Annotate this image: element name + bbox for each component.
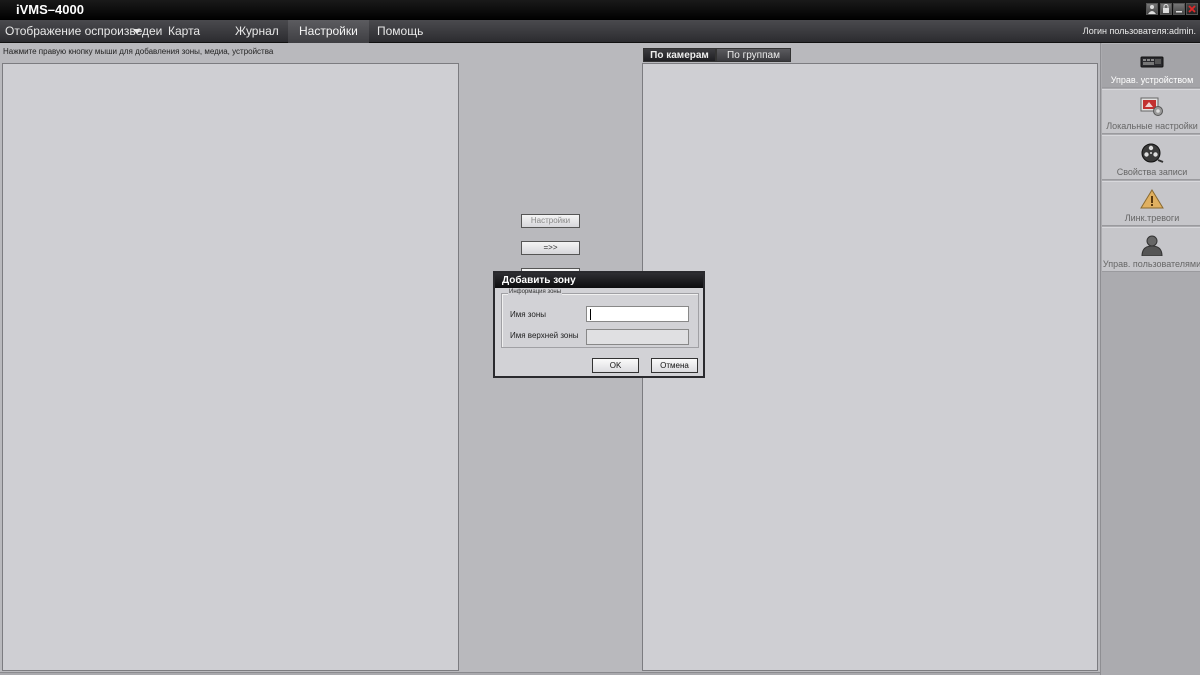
hint-text: Нажмите правую кнопку мыши для добавлени…	[3, 47, 274, 56]
sidebar-item-label: Линк.тревоги	[1124, 213, 1180, 223]
menu-item-log[interactable]: Журнал	[235, 20, 279, 43]
tab-by-cameras[interactable]: По камерам	[643, 48, 716, 62]
menu-item-map[interactable]: Карта	[168, 20, 200, 43]
add-zone-dialog: Добавить зону Информация зоны Имя зоны И…	[493, 271, 705, 378]
menu-item-settings[interactable]: Настройки	[288, 20, 369, 43]
sidebar-item-label: Управ. пользователями	[1102, 259, 1200, 269]
app-title: iVMS–4000	[16, 2, 84, 17]
chevron-down-icon[interactable]	[133, 29, 141, 34]
menu-bar: Отображение оспроизведеи Карта Журнал На…	[0, 20, 1200, 43]
zone-info-group: Информация зоны Имя зоны Имя верхней зон…	[501, 289, 699, 348]
user-login-label: Логин пользователя:admin.	[1082, 26, 1196, 36]
film-reel-icon	[1141, 143, 1164, 163]
device-icon	[1140, 56, 1164, 68]
sidebar-item-device-management[interactable]: Управ. устройством	[1102, 43, 1200, 88]
dialog-title: Добавить зону	[495, 273, 703, 288]
text-caret	[590, 309, 591, 320]
settings-button[interactable]: Настройки	[521, 214, 580, 228]
sidebar-item-user-management[interactable]: Управ. пользователями	[1102, 227, 1200, 272]
camera-list-panel[interactable]	[642, 63, 1098, 671]
transfer-button[interactable]: =>>	[521, 241, 580, 255]
sidebar-item-label: Управ. устройством	[1110, 75, 1194, 85]
parent-zone-label: Имя верхней зоны	[510, 331, 579, 340]
sidebar-item-label: Локальные настройки	[1106, 121, 1198, 131]
sidebar-item-label: Свойства записи	[1116, 167, 1188, 177]
zone-name-label: Имя зоны	[510, 310, 546, 319]
sidebar-item-local-settings[interactable]: Локальные настройки	[1102, 89, 1200, 134]
menu-item-help[interactable]: Помощь	[377, 20, 423, 43]
zone-name-input[interactable]	[586, 306, 689, 322]
user-icon[interactable]	[1146, 3, 1158, 15]
zone-tree-panel[interactable]	[2, 63, 459, 671]
settings-sidebar: Управ. устройством Локальные настройки С…	[1100, 43, 1200, 675]
warning-icon	[1140, 189, 1164, 209]
lock-icon[interactable]	[1160, 3, 1172, 15]
tab-by-groups[interactable]: По группам	[716, 48, 791, 62]
group-legend: Информация зоны	[508, 289, 563, 295]
minimize-icon[interactable]	[1173, 3, 1185, 15]
user-icon	[1141, 235, 1163, 256]
sidebar-item-record-properties[interactable]: Свойства записи	[1102, 135, 1200, 180]
title-bar: iVMS–4000	[0, 0, 1200, 20]
ok-button[interactable]: OK	[592, 358, 639, 373]
sidebar-item-alarm-linkage[interactable]: Линк.тревоги	[1102, 181, 1200, 226]
close-icon[interactable]	[1186, 3, 1198, 15]
cancel-button[interactable]: Отмена	[651, 358, 698, 373]
app-window: iVMS–4000 Отображение оспроизведеи Карта…	[0, 0, 1200, 675]
local-settings-icon	[1140, 97, 1163, 116]
parent-zone-input[interactable]	[586, 329, 689, 345]
